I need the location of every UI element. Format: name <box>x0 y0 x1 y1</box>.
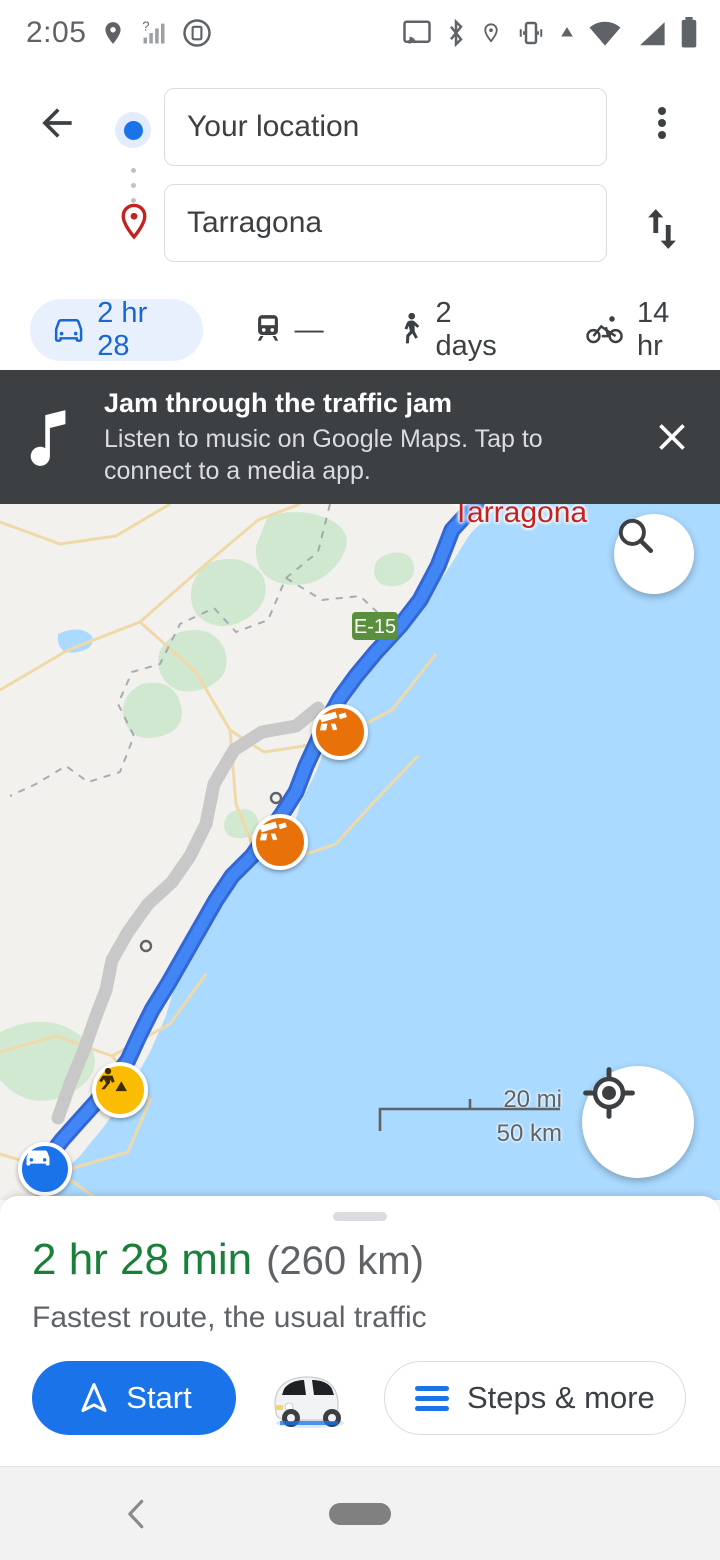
vibrate-icon <box>519 21 543 45</box>
steps-and-more-button[interactable]: Steps & more <box>384 1361 686 1435</box>
search-icon <box>618 518 654 554</box>
music-note-icon <box>0 405 104 469</box>
status-bar: 2:05 ? <box>0 0 720 66</box>
sheet-drag-handle[interactable] <box>333 1212 387 1221</box>
swap-endpoints-button[interactable] <box>632 194 692 264</box>
steps-and-more-label: Steps & more <box>467 1380 655 1415</box>
route-bottom-sheet[interactable]: 2 hr 28 min (260 km) Fastest route, the … <box>0 1196 720 1466</box>
tab-driving-label: 2 hr 28 <box>97 297 148 362</box>
screen-rotate-icon <box>183 19 212 47</box>
cast-icon <box>403 20 431 44</box>
nav-back-icon <box>128 1499 144 1529</box>
route-subtitle: Fastest route, the usual traffic <box>32 1301 427 1334</box>
car-marker-icon <box>26 1150 50 1166</box>
speed-camera-marker[interactable] <box>252 814 308 870</box>
eta-row: 2 hr 28 min (260 km) <box>0 1221 720 1285</box>
close-icon <box>659 424 685 450</box>
bike-icon <box>586 316 624 344</box>
svg-text:?: ? <box>143 19 150 34</box>
banner-body: Listen to music on Google Maps. Tap to c… <box>104 424 543 486</box>
clock: 2:05 <box>26 16 87 49</box>
wifi-icon <box>589 21 621 46</box>
car-3d-icon <box>274 1376 344 1428</box>
tab-walking-label: 2 days <box>435 297 497 362</box>
tab-cycling[interactable]: 14 hr <box>564 297 720 362</box>
walk-icon <box>404 312 419 344</box>
my-location-button[interactable] <box>582 1066 694 1178</box>
map-scale-bar <box>378 1099 560 1131</box>
banner-title: Jam through the traffic jam <box>104 388 453 419</box>
navigation-arrow-icon <box>81 1383 107 1413</box>
banner-text: Jam through the traffic jam Listen to mu… <box>104 386 624 488</box>
status-bar-right <box>402 17 720 49</box>
car-icon <box>54 319 83 342</box>
tab-transit-label: — <box>294 313 324 346</box>
tab-walking[interactable]: 2 days <box>376 297 537 362</box>
roadwork-marker[interactable] <box>92 1062 148 1118</box>
route-actions: Start Steps & more <box>0 1335 720 1435</box>
location-pin-icon <box>105 22 121 44</box>
tab-driving[interactable]: 2 hr 28 <box>30 297 203 362</box>
train-icon <box>257 315 278 341</box>
list-icon <box>415 1381 449 1416</box>
banner-close-button[interactable] <box>624 415 720 459</box>
nav-home-pill-icon[interactable] <box>329 1503 391 1525</box>
location-pin-icon <box>484 23 498 43</box>
my-location-icon <box>583 1067 635 1119</box>
travel-mode-tabs: 2 hr 28 — 2 days 14 hr <box>0 290 720 370</box>
road-shield-e15: E-15 <box>352 612 398 640</box>
signal-unknown-icon: ? <box>143 19 165 44</box>
system-nav-bar <box>0 1466 720 1560</box>
tab-cycling-label: 14 hr <box>637 297 670 362</box>
directions-header: Your location Tarragona 2 hr 28 — 2 days… <box>0 66 720 370</box>
destination-pin-icon <box>121 203 147 240</box>
destination-input[interactable]: Tarragona <box>164 184 607 262</box>
back-button[interactable] <box>30 96 84 150</box>
back-arrow-icon <box>42 108 72 138</box>
wifi-up-arrow-icon <box>561 27 573 37</box>
origin-input[interactable]: Your location <box>164 88 607 166</box>
endpoint-rail <box>110 96 156 276</box>
map-canvas[interactable]: E-15 Tarragona Peniscola Castellón de la… <box>0 504 720 1200</box>
start-button[interactable]: Start <box>32 1361 236 1435</box>
route-distance: (260 km) <box>266 1239 424 1283</box>
speed-camera-icon <box>318 711 347 731</box>
speed-camera-icon <box>258 821 287 841</box>
overflow-menu-button[interactable] <box>632 94 692 152</box>
swap-vertical-icon <box>648 209 676 249</box>
route-duration: 2 hr 28 min <box>32 1235 253 1284</box>
destination-value: Tarragona <box>187 206 323 239</box>
speed-camera-marker[interactable] <box>312 704 368 760</box>
start-button-label: Start <box>126 1380 192 1415</box>
origin-value: Your location <box>187 110 360 143</box>
nav-back-button[interactable] <box>118 1495 156 1538</box>
media-promo-banner[interactable]: Jam through the traffic jam Listen to mu… <box>0 370 720 504</box>
battery-icon <box>681 17 697 48</box>
origin-dot-icon <box>115 112 151 148</box>
roadwork-icon <box>99 1067 127 1092</box>
vehicle-origin-marker[interactable] <box>18 1142 72 1196</box>
cell-signal-icon <box>640 22 665 46</box>
tab-transit[interactable]: — <box>231 299 346 361</box>
vehicle-selector[interactable] <box>262 1363 358 1433</box>
status-bar-left: 2:05 ? <box>0 16 212 50</box>
more-vertical-icon <box>658 103 666 143</box>
svg-text:E-15: E-15 <box>354 616 396 638</box>
bluetooth-icon <box>450 18 463 48</box>
map-search-button[interactable] <box>614 514 694 594</box>
